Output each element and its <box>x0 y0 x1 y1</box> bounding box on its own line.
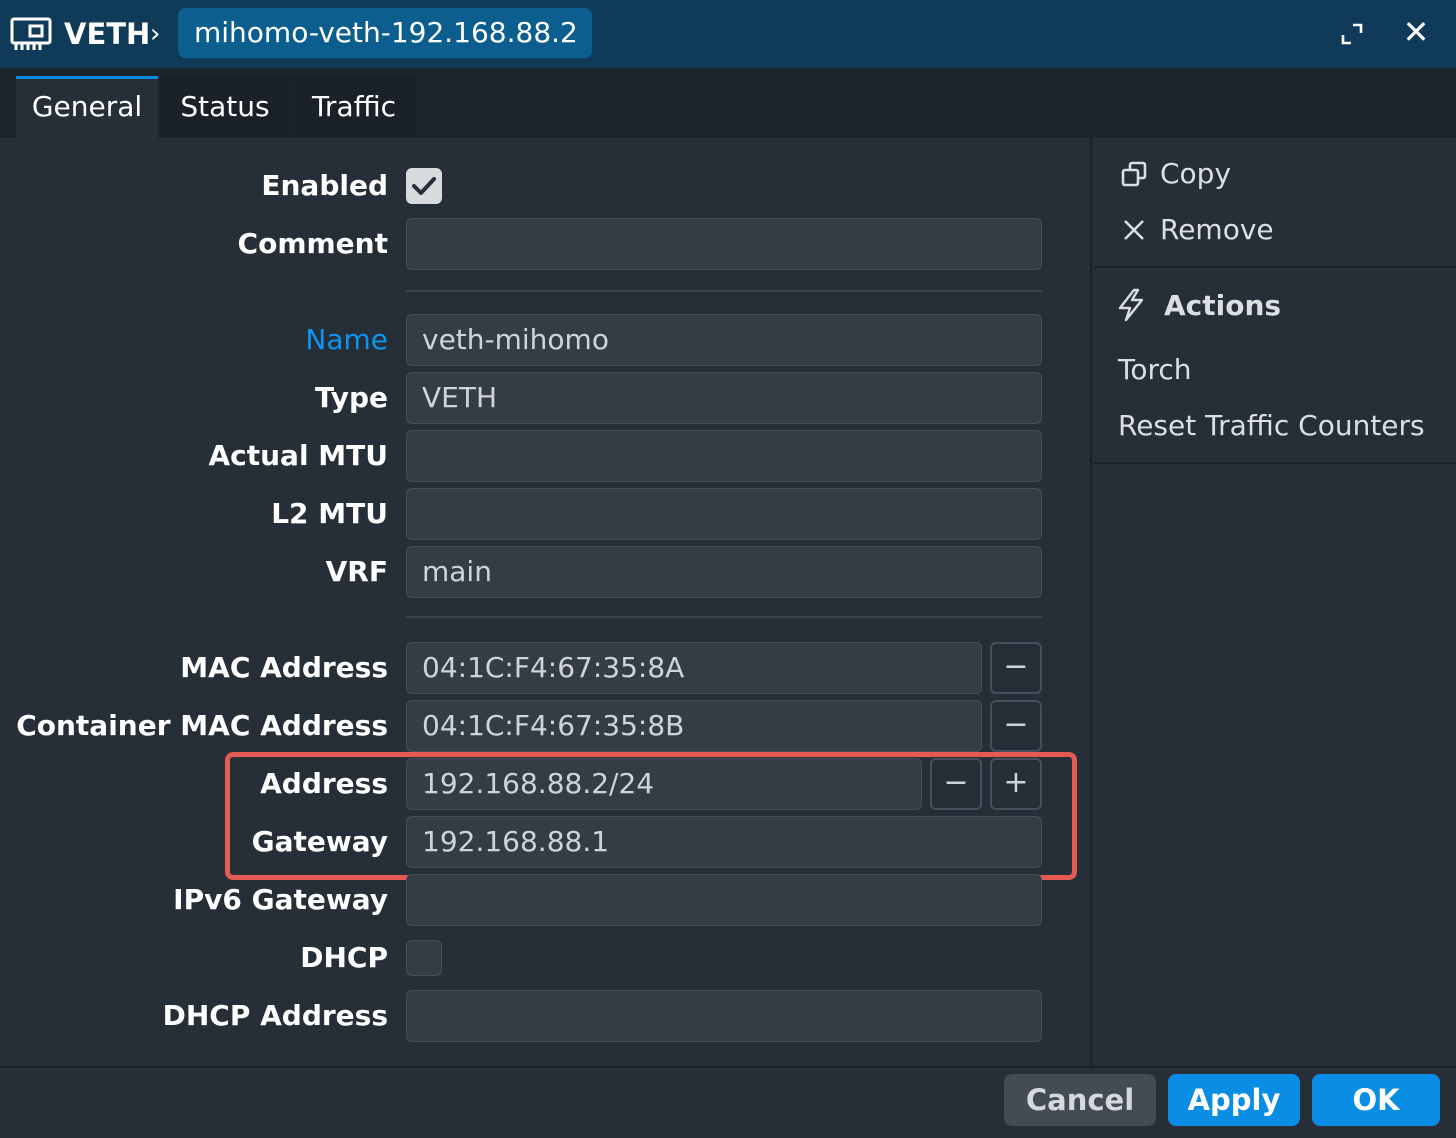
window-titlebar: VETH › mihomo-veth-192.168.88.2 ✕ <box>0 0 1456 68</box>
ipv6-gateway-label: IPv6 Gateway <box>173 883 388 916</box>
mac-address-field[interactable]: 04:1C:F4:67:35:8A <box>406 642 982 694</box>
side-panel-divider <box>1094 266 1456 268</box>
enabled-label: Enabled <box>261 169 388 202</box>
type-field: VETH <box>406 372 1042 424</box>
breadcrumb-type[interactable]: VETH <box>64 14 150 54</box>
cancel-button[interactable]: Cancel <box>1004 1074 1156 1126</box>
remove-x-icon <box>1122 218 1146 242</box>
section-divider <box>406 290 1042 292</box>
section-divider <box>406 616 1042 618</box>
remove-action[interactable]: Remove <box>1160 212 1274 248</box>
tab-traffic[interactable]: Traffic <box>292 76 416 138</box>
dhcp-label: DHCP <box>300 941 388 974</box>
l2-mtu-field <box>406 488 1042 540</box>
dhcp-address-field <box>406 990 1042 1042</box>
dhcp-checkbox[interactable] <box>406 940 442 976</box>
vrf-field[interactable]: main <box>406 546 1042 598</box>
container-mac-address-field[interactable]: 04:1C:F4:67:35:8B <box>406 700 982 752</box>
type-label: Type <box>314 381 388 414</box>
expand-icon[interactable] <box>1340 22 1364 46</box>
actual-mtu-field <box>406 430 1042 482</box>
apply-button[interactable]: Apply <box>1168 1074 1300 1126</box>
checkmark-icon <box>412 177 436 195</box>
name-field[interactable]: veth-mihomo <box>406 314 1042 366</box>
ok-button[interactable]: OK <box>1312 1074 1440 1126</box>
actual-mtu-label: Actual MTU <box>208 439 388 472</box>
container-mac-address-label: Container MAC Address <box>16 709 388 742</box>
tab-status[interactable]: Status <box>160 76 290 138</box>
vrf-label: VRF <box>325 555 388 588</box>
action-torch[interactable]: Torch <box>1118 352 1192 388</box>
dhcp-address-label: DHCP Address <box>162 999 388 1032</box>
copy-action[interactable]: Copy <box>1160 156 1231 192</box>
mac-address-label: MAC Address <box>180 651 388 684</box>
close-icon[interactable]: ✕ <box>1402 16 1430 48</box>
container-mac-address-remove-button[interactable]: − <box>990 700 1042 752</box>
tab-general[interactable]: General <box>16 76 158 138</box>
l2-mtu-label: L2 MTU <box>271 497 388 530</box>
side-panel: Copy Remove Actions Torch Reset Traffic … <box>1090 138 1456 1066</box>
address-gateway-highlight <box>225 752 1077 880</box>
breadcrumb-separator: › <box>150 19 161 49</box>
copy-icon <box>1120 160 1148 188</box>
mac-address-remove-button[interactable]: − <box>990 642 1042 694</box>
action-reset-traffic-counters[interactable]: Reset Traffic Counters <box>1118 408 1425 444</box>
side-panel-divider <box>1094 462 1456 464</box>
comment-field[interactable] <box>406 218 1042 270</box>
actions-heading: Actions <box>1164 289 1282 322</box>
network-interface-icon <box>10 16 54 52</box>
ipv6-gateway-field[interactable] <box>406 874 1042 926</box>
breadcrumb-item-name: mihomo-veth-192.168.88.2 <box>178 8 592 58</box>
comment-label: Comment <box>237 227 388 260</box>
name-label: Name <box>305 323 388 356</box>
tab-bar: General Status Traffic <box>0 68 1456 138</box>
enabled-checkbox[interactable] <box>406 168 442 204</box>
lightning-icon <box>1116 288 1148 322</box>
